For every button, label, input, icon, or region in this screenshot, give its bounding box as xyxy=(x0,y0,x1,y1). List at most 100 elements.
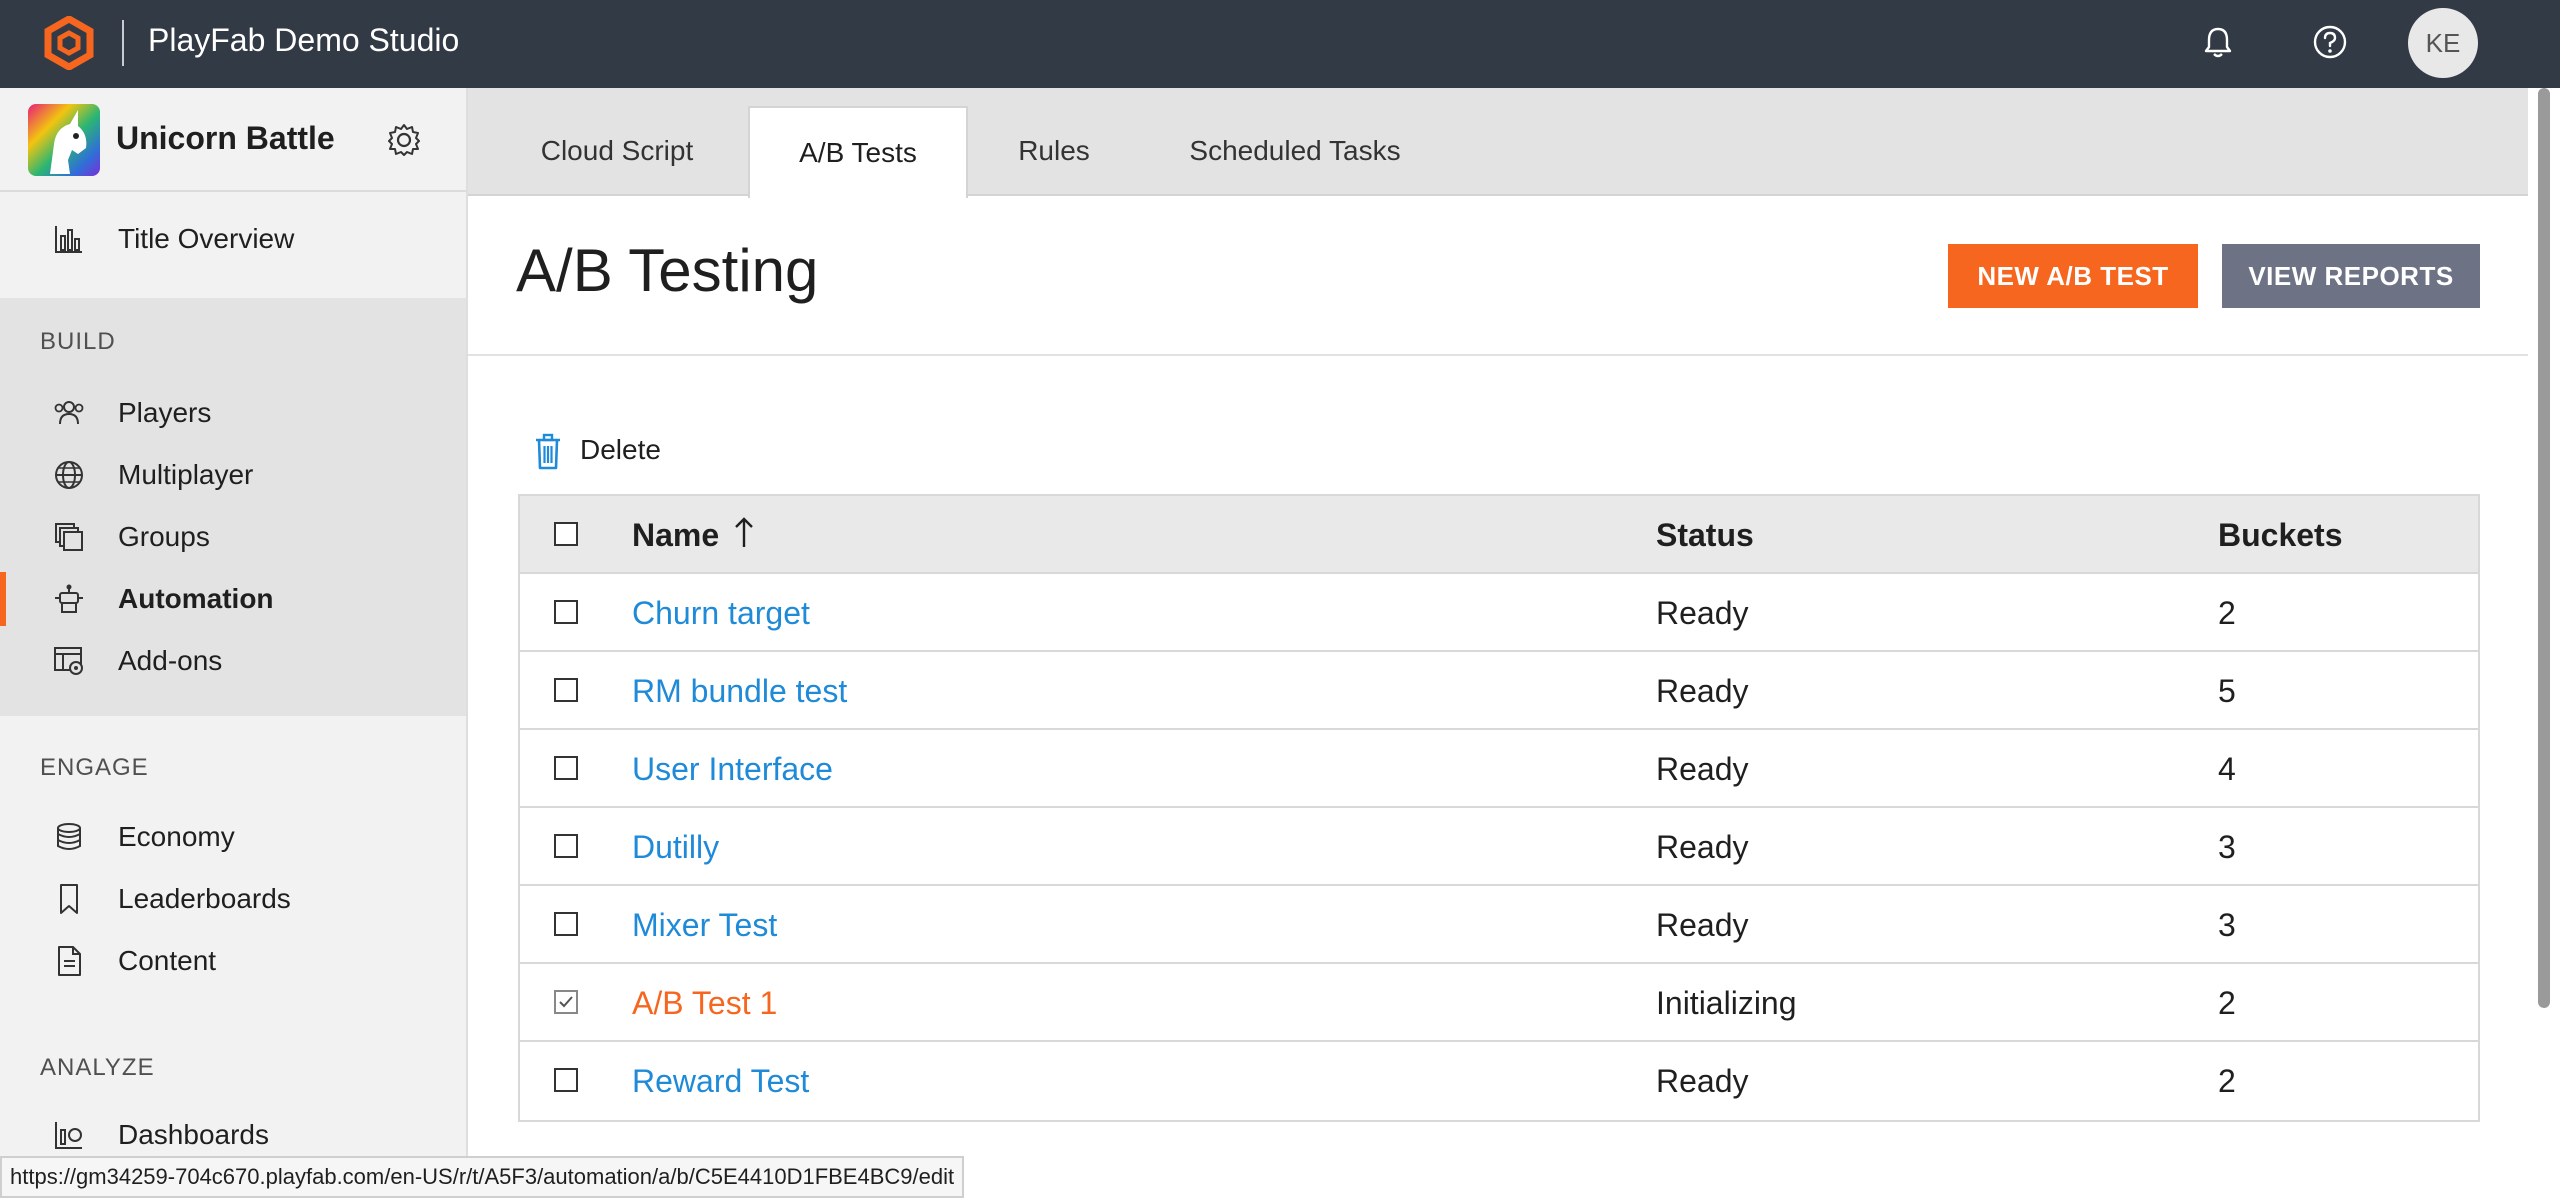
sidebar-item-economy[interactable]: Economy xyxy=(0,806,466,868)
title-header: Unicorn Battle xyxy=(0,88,466,192)
dashboard-icon xyxy=(55,1122,82,1149)
test-status: Ready xyxy=(1656,595,1749,631)
sidebar-item-content[interactable]: Content xyxy=(0,930,466,992)
tab-bar: Cloud Script A/B Tests Rules Scheduled T… xyxy=(468,88,2528,198)
test-status: Ready xyxy=(1656,1063,1749,1099)
row-checkbox[interactable] xyxy=(554,756,578,780)
test-buckets: 5 xyxy=(2218,673,2236,709)
new-ab-test-button[interactable]: NEW A/B TEST xyxy=(1948,244,2198,308)
sidebar-item-label: Automation xyxy=(118,583,274,614)
test-buckets: 2 xyxy=(2218,1063,2236,1099)
checkmark-icon xyxy=(559,996,573,1008)
sidebar-item-groups[interactable]: Groups xyxy=(0,506,466,568)
row-checkbox[interactable] xyxy=(554,678,578,702)
tab-ab-tests[interactable]: A/B Tests xyxy=(748,106,968,198)
sidebar-item-leaderboards[interactable]: Leaderboards xyxy=(0,868,466,930)
sidebar-item-players[interactable]: Players xyxy=(0,382,466,444)
sidebar-item-label: Add-ons xyxy=(118,645,223,676)
test-name-link[interactable]: Reward Test xyxy=(632,1062,809,1100)
sidebar-item-automation[interactable]: Automation xyxy=(0,568,466,630)
delete-label: Delete xyxy=(580,434,661,465)
sidebar-item-title-overview[interactable]: Title Overview xyxy=(0,208,466,270)
user-avatar[interactable]: KE xyxy=(2408,8,2478,78)
link-status-url: https://gm34259-704c670.playfab.com/en-U… xyxy=(0,1156,965,1198)
row-checkbox[interactable] xyxy=(554,600,578,624)
test-buckets: 4 xyxy=(2218,751,2236,787)
table-row: A/B Test 1 Initializing 2 xyxy=(520,964,2478,1042)
row-checkbox-checked[interactable] xyxy=(554,990,578,1014)
test-buckets: 2 xyxy=(2218,985,2236,1021)
sidebar-item-label: Dashboards xyxy=(118,1119,269,1150)
table-row: Mixer Test Ready 3 xyxy=(520,886,2478,964)
bookmark-icon xyxy=(60,884,78,914)
globe-icon xyxy=(55,461,83,489)
sidebar-item-label: Leaderboards xyxy=(118,883,291,914)
test-status: Ready xyxy=(1656,673,1749,709)
notifications-bell-icon[interactable] xyxy=(2198,22,2238,62)
sidebar-item-label: Content xyxy=(118,945,217,976)
section-heading-engage: ENGAGE xyxy=(40,754,149,781)
select-all-checkbox[interactable] xyxy=(554,522,578,546)
page-scrollbar[interactable] xyxy=(2528,88,2560,1198)
test-buckets: 2 xyxy=(2218,595,2236,631)
sort-ascending-icon xyxy=(733,516,755,556)
sidebar-item-label: Multiplayer xyxy=(118,459,254,490)
test-name-link[interactable]: A/B Test 1 xyxy=(632,984,777,1022)
sidebar-item-add-ons[interactable]: Add-ons xyxy=(0,630,466,692)
add-ons-icon xyxy=(54,647,83,675)
studio-name[interactable]: PlayFab Demo Studio xyxy=(148,20,459,60)
column-header-buckets[interactable]: Buckets xyxy=(2218,516,2343,554)
playfab-logo-icon[interactable] xyxy=(42,16,96,70)
test-status: Ready xyxy=(1656,907,1749,943)
tab-scheduled-tasks[interactable]: Scheduled Tasks xyxy=(1180,106,1410,196)
sidebar-item-multiplayer[interactable]: Multiplayer xyxy=(0,444,466,506)
sidebar-item-label: Players xyxy=(118,397,212,428)
section-heading-build: BUILD xyxy=(40,328,116,355)
groups-icon xyxy=(55,523,83,551)
table-row: Dutilly Ready 3 xyxy=(520,808,2478,886)
table-row: User Interface Ready 4 xyxy=(520,730,2478,808)
test-name-link[interactable]: Churn target xyxy=(632,594,810,632)
section-heading-analyze: ANALYZE xyxy=(40,1054,155,1081)
column-header-name[interactable]: Name xyxy=(632,516,755,556)
table-header-row: Name Status Buckets xyxy=(520,496,2478,574)
gear-icon[interactable] xyxy=(386,122,422,158)
column-name-label: Name xyxy=(632,517,720,553)
header-divider xyxy=(468,354,2528,356)
sidebar-item-label: Groups xyxy=(118,521,210,552)
unicorn-game-icon[interactable] xyxy=(28,104,100,176)
tab-cloud-script[interactable]: Cloud Script xyxy=(522,106,712,196)
ab-tests-table: Name Status Buckets Churn target Ready 2… xyxy=(518,494,2480,1122)
test-name-link[interactable]: Mixer Test xyxy=(632,906,777,944)
test-status: Ready xyxy=(1656,751,1749,787)
row-checkbox[interactable] xyxy=(554,834,578,858)
document-icon xyxy=(58,946,81,976)
test-buckets: 3 xyxy=(2218,907,2236,943)
trash-icon xyxy=(536,433,560,470)
view-reports-button[interactable]: VIEW REPORTS xyxy=(2222,244,2480,308)
title-name[interactable]: Unicorn Battle xyxy=(116,120,335,157)
test-name-link[interactable]: RM bundle test xyxy=(632,672,847,710)
brand-divider xyxy=(122,20,124,66)
build-section: BUILD Players Multiplayer Groups Automat… xyxy=(0,298,466,716)
row-checkbox[interactable] xyxy=(554,912,578,936)
row-checkbox[interactable] xyxy=(554,1068,578,1092)
help-icon[interactable] xyxy=(2310,22,2350,62)
test-buckets: 3 xyxy=(2218,829,2236,865)
sidebar: Unicorn Battle Title Overview BUILD Play… xyxy=(0,88,468,1198)
bar-chart-icon xyxy=(55,226,82,253)
table-row: Reward Test Ready 2 xyxy=(520,1042,2478,1120)
test-status: Initializing xyxy=(1656,985,1797,1021)
page-title: A/B Testing xyxy=(516,237,819,304)
table-row: RM bundle test Ready 5 xyxy=(520,652,2478,730)
robot-icon xyxy=(55,584,83,613)
scrollbar-thumb[interactable] xyxy=(2538,88,2550,1008)
test-name-link[interactable]: Dutilly xyxy=(632,828,719,866)
column-header-status[interactable]: Status xyxy=(1656,516,1754,554)
table-row: Churn target Ready 2 xyxy=(520,574,2478,652)
coins-stack-icon xyxy=(57,823,81,850)
test-status: Ready xyxy=(1656,829,1749,865)
test-name-link[interactable]: User Interface xyxy=(632,750,833,788)
tab-rules[interactable]: Rules xyxy=(1004,106,1104,196)
players-icon xyxy=(54,401,84,425)
